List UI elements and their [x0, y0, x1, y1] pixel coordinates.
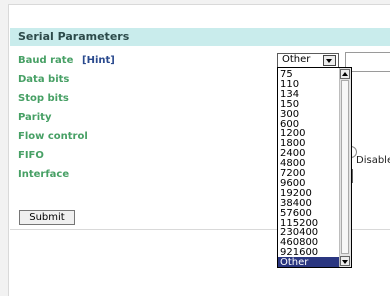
- baud-option[interactable]: 4800: [278, 158, 339, 170]
- baud-option[interactable]: Other: [278, 257, 339, 267]
- baud-option[interactable]: 1200: [278, 128, 339, 140]
- baud-option[interactable]: 150: [278, 99, 339, 111]
- parity-label: Parity: [18, 112, 52, 123]
- scroll-down-arrow-icon[interactable]: [340, 256, 350, 266]
- baud-rate-dropdown-list[interactable]: Other 921600 460800 230400 115200 57600 38400 1…: [277, 67, 352, 268]
- hint-link[interactable]: [Hint]: [82, 55, 115, 66]
- baud-option[interactable]: 115200: [278, 218, 339, 230]
- stop-bits-label: Stop bits: [18, 93, 69, 104]
- baud-option[interactable]: 7200: [278, 168, 339, 180]
- baud-rate-select-value: Other: [282, 54, 311, 65]
- baud-option[interactable]: 38400: [278, 198, 339, 210]
- dropdown-scrollbar[interactable]: [339, 68, 351, 267]
- baud-option[interactable]: 75: [278, 69, 339, 81]
- baud-option[interactable]: 600: [278, 119, 339, 131]
- submit-button[interactable]: Submit: [19, 210, 75, 225]
- baud-option[interactable]: 230400: [278, 227, 339, 239]
- baud-option[interactable]: 57600: [278, 208, 339, 220]
- serial-parameters-panel: Serial Parameters Baud rate [Hint] Data …: [8, 4, 390, 296]
- chevron-down-icon[interactable]: [323, 55, 336, 66]
- baud-rate-label: Baud rate: [18, 55, 74, 66]
- baud-option[interactable]: 19200: [278, 188, 339, 200]
- baud-option[interactable]: 110: [278, 79, 339, 91]
- data-bits-label: Data bits: [18, 74, 70, 85]
- baud-option[interactable]: 2400: [278, 148, 339, 160]
- scroll-up-arrow-icon[interactable]: [340, 69, 350, 79]
- interface-label: Interface: [18, 169, 70, 180]
- scrollbar-thumb[interactable]: [341, 80, 349, 254]
- baud-option[interactable]: 1800: [278, 138, 339, 150]
- baud-rate-select[interactable]: Other: [277, 53, 339, 68]
- section-title: Serial Parameters: [18, 30, 130, 43]
- baud-option[interactable]: 300: [278, 109, 339, 121]
- baud-option[interactable]: 921600: [278, 247, 339, 259]
- flow-control-label: Flow control: [18, 131, 88, 142]
- section-header: Serial Parameters: [10, 28, 390, 46]
- baud-option[interactable]: 134: [278, 89, 339, 101]
- baud-option[interactable]: 460800: [278, 237, 339, 249]
- baud-option[interactable]: 9600: [278, 178, 339, 190]
- fifo-label: FIFO: [18, 150, 44, 161]
- fifo-disable-label: Disable: [356, 155, 390, 166]
